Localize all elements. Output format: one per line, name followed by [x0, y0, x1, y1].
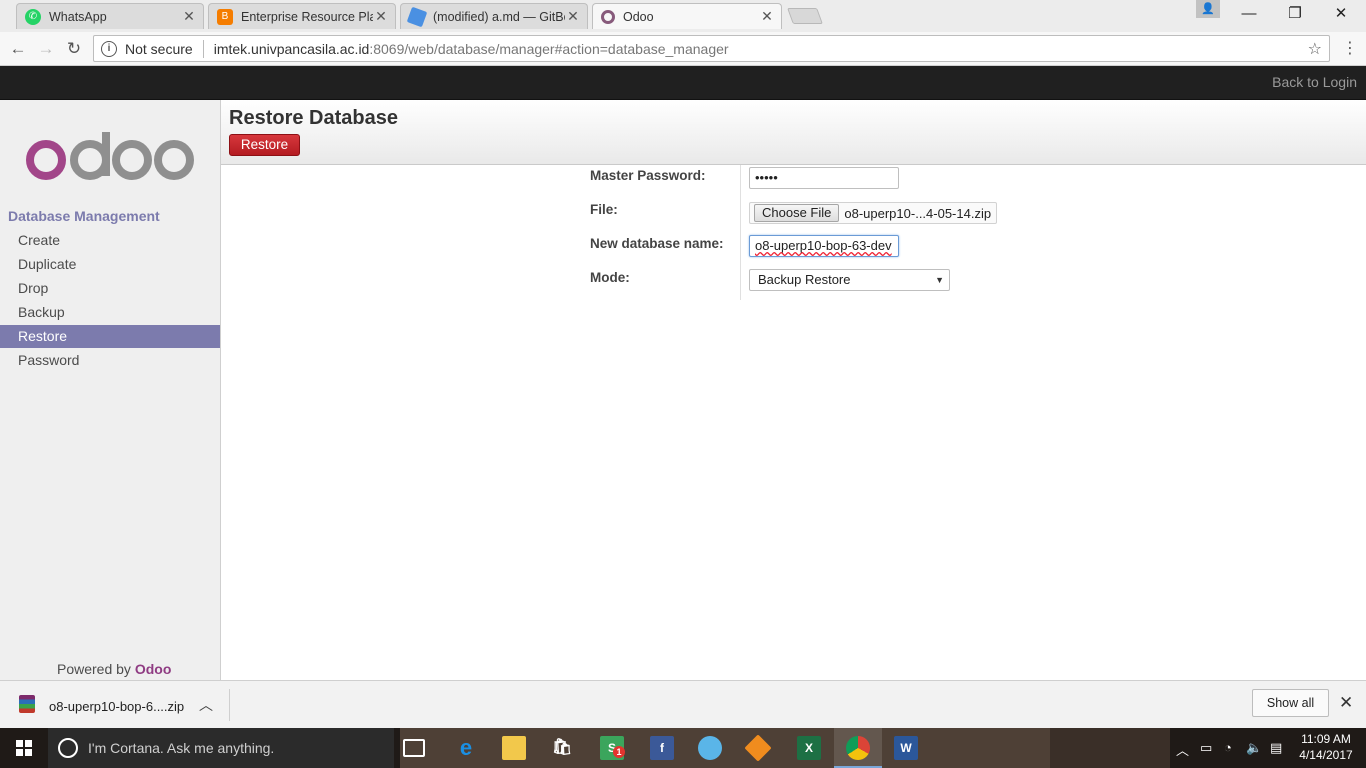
mode-label: Mode: — [590, 270, 630, 285]
tab-title: Odoo — [623, 9, 654, 24]
taskbar-wallpaper — [400, 728, 1050, 768]
new-database-name-value: o8-uperp10-bop-63-dev — [755, 238, 892, 253]
show-all-button[interactable]: Show all — [1252, 689, 1329, 717]
close-window-icon[interactable]: ✕ — [1318, 0, 1364, 28]
wifi-icon[interactable]: ◔ — [1224, 740, 1232, 755]
windows-taskbar: I'm Cortana. Ask me anything. e 🛍 S 1 f … — [0, 728, 1366, 768]
cortana-search-box[interactable]: I'm Cortana. Ask me anything. — [48, 728, 394, 768]
facebook-icon[interactable]: f — [650, 736, 674, 760]
info-icon[interactable]: i — [101, 40, 117, 57]
page-title: Restore Database — [229, 107, 398, 129]
new-tab-button[interactable] — [787, 8, 823, 24]
clock-time: 11:09 AM — [1301, 732, 1351, 746]
address-bar[interactable]: i Not secure imtek.univpancasila.ac.id:8… — [93, 35, 1330, 62]
odoo-logo — [26, 132, 194, 180]
file-name: o8-uperp10-...4-05-14.zip — [844, 205, 992, 221]
bookmark-star-icon[interactable]: ☆ — [1308, 39, 1322, 59]
tab-enterprise-resource[interactable]: B Enterprise Resource Plann ✕ — [208, 3, 396, 29]
tab-gitbook[interactable]: (modified) a.md — GitBo ✕ — [400, 3, 588, 29]
archive-file-icon — [19, 695, 35, 713]
file-input[interactable]: Choose File o8-uperp10-...4-05-14.zip — [749, 202, 997, 224]
whatsapp-icon: ✆ — [25, 8, 41, 25]
master-password-input[interactable]: ••••• — [749, 167, 899, 189]
system-clock[interactable]: 11:09 AM 4/14/2017 — [1294, 731, 1358, 763]
master-password-label: Master Password: — [590, 168, 706, 183]
edge-browser-icon[interactable]: e — [454, 736, 478, 760]
store-icon[interactable]: 🛍 — [550, 736, 574, 760]
url-text: imtek.univpancasila.ac.id:8069/web/datab… — [214, 41, 729, 57]
address-divider — [202, 39, 204, 58]
forward-arrow-icon[interactable]: → — [34, 37, 58, 61]
chevron-up-icon[interactable]: ︿ — [199, 695, 213, 715]
new-database-name-label: New database name: — [590, 236, 724, 251]
sidebar-item-password[interactable]: Password — [0, 349, 220, 372]
odoo-icon — [601, 9, 615, 24]
dropdown-caret-icon: ▼ — [935, 275, 944, 285]
chevron-up-icon[interactable]: ︿ — [1176, 740, 1189, 759]
sidebar: Database Management Create Duplicate Dro… — [0, 100, 221, 680]
minimize-icon[interactable]: — — [1226, 0, 1272, 28]
sidebar-item-create[interactable]: Create — [0, 229, 220, 252]
tab-title: (modified) a.md — GitBo — [433, 9, 565, 24]
sidebar-item-restore[interactable]: Restore — [0, 325, 220, 348]
sidebar-item-drop[interactable]: Drop — [0, 277, 220, 300]
sidebar-item-backup[interactable]: Backup — [0, 301, 220, 324]
restore-button[interactable]: Restore — [229, 134, 300, 156]
cortana-placeholder: I'm Cortana. Ask me anything. — [88, 740, 275, 756]
back-to-login-link[interactable]: Back to Login — [1272, 74, 1357, 90]
volume-icon[interactable]: 🔈 — [1246, 740, 1262, 756]
close-icon[interactable]: ✕ — [759, 8, 775, 25]
mode-selected-value: Backup Restore — [758, 272, 851, 287]
file-explorer-icon[interactable] — [502, 736, 526, 760]
windows-start-icon[interactable] — [16, 740, 32, 756]
close-icon[interactable]: ✕ — [1339, 693, 1353, 713]
powered-by: Powered by Odoo — [57, 661, 171, 677]
close-icon[interactable]: ✕ — [373, 8, 389, 25]
main-header: Restore Database Restore — [221, 100, 1366, 165]
close-icon[interactable]: ✕ — [565, 8, 581, 25]
sidebar-item-duplicate[interactable]: Duplicate — [0, 253, 220, 276]
excel-icon[interactable]: X — [797, 736, 821, 760]
tab-odoo[interactable]: Odoo ✕ — [592, 3, 782, 29]
security-label: Not secure — [125, 40, 193, 57]
url-path: :8069/web/database/manager#action=databa… — [369, 40, 729, 57]
task-view-icon[interactable] — [403, 739, 425, 757]
odoo-topbar: Back to Login — [0, 66, 1366, 100]
taskbar-wallpaper — [1050, 728, 1170, 768]
sidebar-section-title: Database Management — [8, 208, 160, 224]
blogger-icon: B — [217, 8, 233, 25]
tab-whatsapp[interactable]: ✆ WhatsApp ✕ — [16, 3, 204, 29]
powered-by-label: Powered by — [57, 661, 131, 677]
choose-file-button[interactable]: Choose File — [754, 204, 840, 222]
gitbook-icon — [406, 6, 428, 27]
browser-tab-strip: ✆ WhatsApp ✕ B Enterprise Resource Plann… — [0, 0, 1366, 32]
form-divider — [740, 165, 741, 300]
powered-by-odoo-link[interactable]: Odoo — [135, 661, 172, 677]
file-label: File: — [590, 202, 618, 217]
downloads-divider — [229, 689, 230, 721]
url-host: imtek.univpancasila.ac.id — [213, 40, 370, 57]
close-icon[interactable]: ✕ — [181, 8, 197, 25]
cortana-icon — [58, 738, 78, 758]
menu-dots-icon[interactable]: ⋮ — [1340, 38, 1360, 60]
word-icon[interactable]: W — [894, 736, 918, 760]
clock-date: 4/14/2017 — [1299, 748, 1353, 762]
downloads-bar: o8-uperp10-bop-6....zip ︿ Show all ✕ — [0, 680, 1366, 728]
restore-window-icon[interactable]: ❐ — [1272, 0, 1318, 28]
profile-icon[interactable]: 👤 — [1196, 0, 1220, 18]
new-database-name-input[interactable]: o8-uperp10-bop-63-dev — [749, 235, 899, 257]
back-arrow-icon[interactable]: ← — [6, 37, 30, 61]
reload-icon[interactable]: ↻ — [62, 37, 86, 61]
tab-title: WhatsApp — [49, 9, 107, 24]
tab-title: Enterprise Resource Plann — [241, 9, 373, 24]
action-center-icon[interactable]: ▤ — [1270, 740, 1282, 756]
notification-badge: 1 — [613, 746, 625, 758]
battery-icon[interactable]: ▭ — [1200, 740, 1212, 756]
chrome-icon[interactable] — [846, 736, 870, 760]
browser-toolbar: ← → ↻ i Not secure imtek.univpancasila.a… — [0, 32, 1366, 66]
app-icon[interactable] — [698, 736, 722, 760]
mode-select[interactable]: Backup Restore ▼ — [749, 269, 950, 291]
download-file-name[interactable]: o8-uperp10-bop-6....zip — [49, 699, 184, 714]
